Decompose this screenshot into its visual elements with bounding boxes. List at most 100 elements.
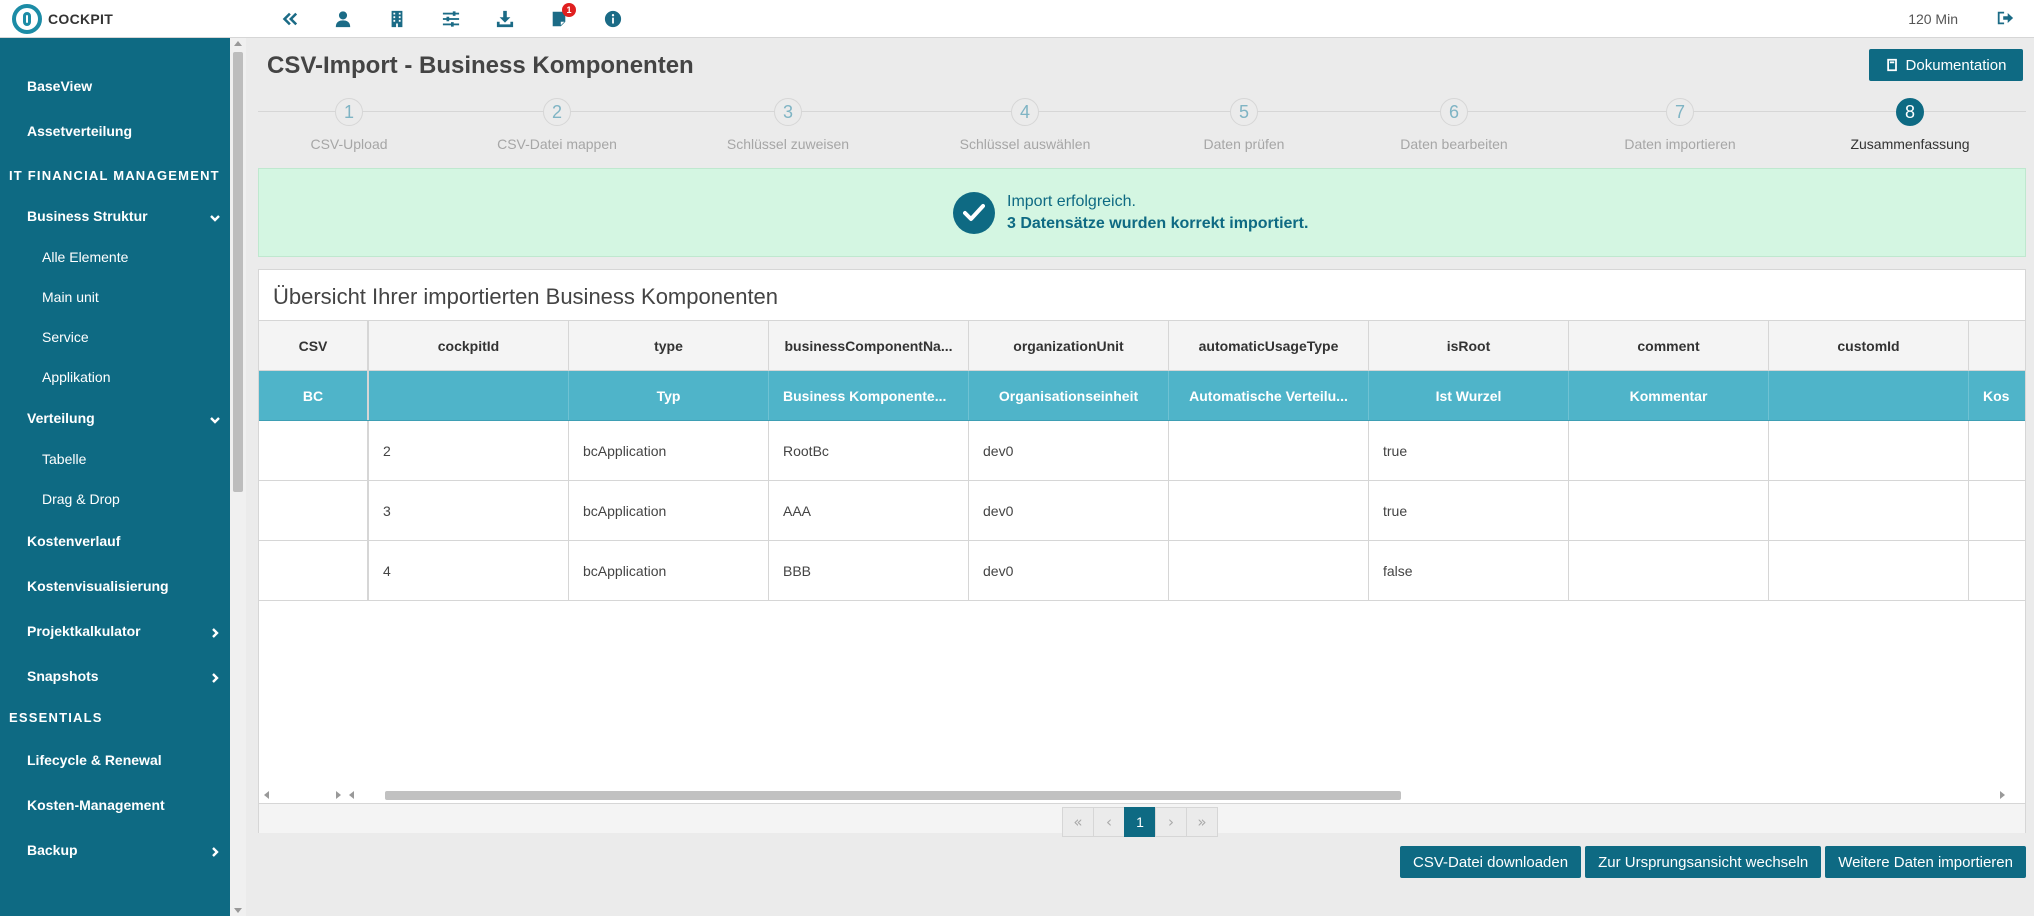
scroll-right-icon[interactable] [336,791,341,799]
sidebar-item-alle-elemente[interactable]: Alle Elemente [0,249,230,265]
sidebar-item-label: Business Struktur [27,208,148,224]
sidebar-item-baseview[interactable]: BaseView [0,78,230,94]
scroll-left-icon[interactable] [349,791,354,799]
sidebar-item-main-unit[interactable]: Main unit [0,289,230,305]
sidebar-item-service[interactable]: Service [0,329,230,345]
scroll-up-icon[interactable] [234,41,242,46]
download-csv-button[interactable]: CSV-Datei downloaden [1399,846,1582,878]
table-cell: false [1369,541,1569,600]
sidebar-item-applikation[interactable]: Applikation [0,369,230,385]
double-chevron-left-icon[interactable] [262,0,316,38]
table-cell: dev0 [969,421,1169,480]
table-cell: AAA [769,481,969,540]
table-cell: 4 [369,541,569,600]
next-page-button[interactable]: › [1155,807,1187,837]
sidebar-item-assetverteilung[interactable]: Assetverteilung [0,123,230,139]
session-timer: 120 Min [1908,11,1958,27]
documentation-label: Dokumentation [1905,56,2007,74]
step-number: 1 [335,98,363,126]
logout-icon[interactable] [1996,9,2016,29]
table-row: 2 bcApplication RootBc dev0 true [259,421,2025,481]
column-header[interactable]: businessComponentNa... [769,321,969,370]
column-header[interactable]: organizationUnit [969,321,1169,370]
sidebar-item-tabelle[interactable]: Tabelle [0,451,230,467]
import-more-button[interactable]: Weitere Daten importieren [1825,846,2026,878]
logo[interactable]: COCKPIT [0,3,230,34]
sidebar-item-business-struktur[interactable]: Business Struktur [0,208,230,224]
grid-horizontal-scrollbar[interactable] [259,787,2025,803]
sidebar-item-snapshots[interactable]: Snapshots [0,668,230,684]
sidebar-item-kostenverlauf[interactable]: Kostenverlauf [0,533,230,549]
mapped-column-header [1769,371,1969,420]
top-bar: COCKPIT 1 120 Min [0,0,2034,38]
last-page-button[interactable]: » [1186,807,1218,837]
table-cell [259,421,369,480]
notes-icon[interactable]: 1 [532,0,586,38]
sidebar-item-kostenvisualisierung[interactable]: Kostenvisualisierung [0,578,230,594]
sidebar-item-verteilung[interactable]: Verteilung [0,410,230,426]
column-header[interactable]: automaticUsageType [1169,321,1369,370]
mapped-header-row: BC Typ Business Komponente... Organisations… [259,371,2025,421]
column-header[interactable]: type [569,321,769,370]
step-number: 8 [1896,98,1924,126]
sidebar-item-drag-drop[interactable]: Drag & Drop [0,491,230,507]
chevron-down-icon [210,412,220,424]
sidebar-item-projektkalkulator[interactable]: Projektkalkulator [0,623,230,639]
user-icon[interactable] [316,0,370,38]
table-cell [259,541,369,600]
sidebar-item-label: Assetverteilung [27,123,133,139]
column-header[interactable]: co [1969,321,2025,370]
building-icon[interactable] [370,0,424,38]
sidebar-scrollbar[interactable] [230,38,246,916]
sidebar-item-label: Applikation [42,369,111,385]
scroll-down-icon[interactable] [234,908,242,913]
sidebar-item-label: Verteilung [27,410,95,426]
data-grid: CSV cockpitId type businessComponentNa... or… [259,320,2025,755]
table-cell: RootBc [769,421,969,480]
step-number: 3 [774,98,802,126]
scroll-left-icon[interactable] [264,791,269,799]
step-label: CSV-Upload [310,136,388,152]
step-number: 4 [1011,98,1039,126]
scrollbar-thumb[interactable] [233,52,243,492]
column-header[interactable]: customId [1769,321,1969,370]
info-icon[interactable] [586,0,640,38]
column-header[interactable]: CSV [259,321,369,370]
documentation-button[interactable]: Dokumentation [1869,49,2023,81]
mapped-column-header: Typ [569,371,769,420]
page-button-current[interactable]: 1 [1124,807,1156,837]
sidebar-item-label: Snapshots [27,668,99,684]
scroll-right-icon[interactable] [2000,791,2005,799]
sidebar-item-lifecycle-renewal[interactable]: Lifecycle & Renewal [0,752,230,768]
sidebar-item-label: Kostenverlauf [27,533,121,549]
import-overview-panel: Übersicht Ihrer importierten Business Ko… [258,269,2026,837]
sidebar-item-label: Lifecycle & Renewal [27,752,162,768]
scrollbar-thumb[interactable] [385,791,1401,800]
table-cell: true [1369,481,1569,540]
step-label: Daten bearbeiten [1400,136,1508,152]
table-cell [259,481,369,540]
table-cell [1569,541,1769,600]
table-cell [1969,481,2025,540]
switch-view-button[interactable]: Zur Ursprungsansicht wechseln [1585,846,1822,878]
table-cell: bcApplication [569,541,769,600]
sliders-icon[interactable] [424,0,478,38]
sidebar-section-essentials: ESSENTIALS [0,710,230,725]
csv-header-row: CSV cockpitId type businessComponentNa... or… [259,321,2025,371]
chevron-down-icon [210,210,220,222]
sidebar-item-backup[interactable]: Backup [0,842,230,858]
toolbar: 1 [262,0,640,38]
sidebar-item-kosten-management[interactable]: Kosten-Management [0,797,230,813]
column-header[interactable]: comment [1569,321,1769,370]
column-header[interactable]: isRoot [1369,321,1569,370]
step-label: Schlüssel zuweisen [726,136,850,152]
first-page-button[interactable]: « [1062,807,1094,837]
column-header[interactable]: cockpitId [369,321,569,370]
table-cell: dev0 [969,481,1169,540]
table-cell [1569,421,1769,480]
step-label: Daten prüfen [1203,136,1285,152]
download-icon[interactable] [478,0,532,38]
mapped-column-header: Business Komponente... [769,371,969,420]
prev-page-button[interactable]: ‹ [1093,807,1125,837]
chevron-right-icon [210,844,220,857]
